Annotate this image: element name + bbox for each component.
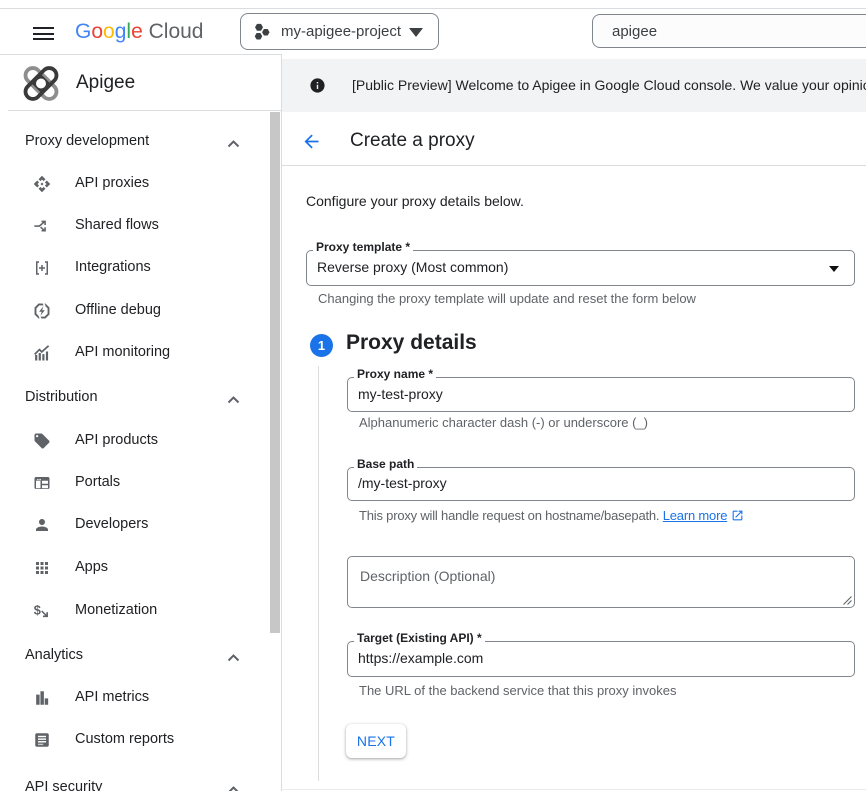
svg-text:$: $: [34, 602, 41, 617]
